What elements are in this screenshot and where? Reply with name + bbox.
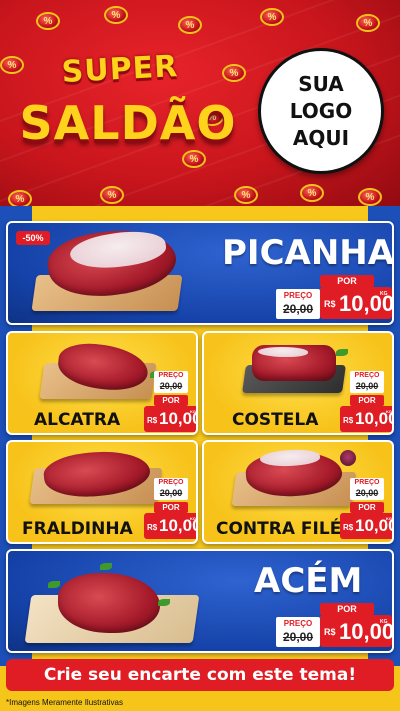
percent-coin-icon: %: [260, 8, 284, 26]
product-card-contra-file[interactable]: CONTRA FILÉ PREÇO 20,00 POR R$ 10,00 KG: [202, 440, 394, 544]
herb-leaf-icon: [158, 599, 170, 606]
percent-coin-icon: %: [358, 188, 382, 206]
old-price-box: PREÇO 20,00: [154, 371, 188, 393]
percent-coin-icon: %: [36, 12, 60, 30]
herb-leaf-icon: [100, 563, 112, 570]
logo-placeholder[interactable]: SUA LOGO AQUI: [258, 48, 384, 174]
unit-label: KG: [190, 409, 196, 414]
price-block-picanha: PREÇO 20,00 POR R$ 10,00 KG: [276, 275, 392, 321]
title-super: SUPER: [60, 48, 180, 91]
onion-image: [340, 450, 356, 466]
unit-label: KG: [386, 409, 392, 414]
new-price-box: R$ 10,00 KG: [320, 615, 392, 647]
product-name-acem: ACÉM: [254, 561, 363, 601]
currency-symbol: R$: [343, 523, 354, 532]
old-price: 20,00: [282, 630, 314, 644]
old-price: 20,00: [355, 488, 379, 498]
currency-symbol: R$: [147, 523, 158, 532]
percent-coin-icon: %: [178, 16, 202, 34]
old-price: 20,00: [159, 381, 183, 391]
old-price-box: PREÇO 20,00: [276, 617, 320, 647]
herb-leaf-icon: [48, 581, 60, 588]
old-price-box: PREÇO 20,00: [350, 478, 384, 500]
por-label: POR: [320, 603, 374, 615]
product-name-contra-file: CONTRA FILÉ: [216, 519, 342, 539]
percent-coin-icon: %: [300, 184, 324, 202]
por-label: POR: [350, 502, 384, 513]
cta-button[interactable]: Crie seu encarte com este tema!: [6, 659, 394, 691]
por-label: POR: [154, 502, 188, 513]
unit-label: KG: [380, 291, 388, 297]
preco-label: PREÇO: [158, 479, 184, 486]
product-card-costela[interactable]: COSTELA PREÇO 20,00 POR R$ 10,00 KG: [202, 331, 394, 435]
new-price-box: R$ 10,00 KG: [144, 513, 196, 539]
disclaimer-text: *Imagens Meramente Ilustrativas: [6, 698, 123, 707]
percent-coin-icon: %: [182, 150, 206, 168]
currency-symbol: R$: [324, 627, 336, 637]
product-card-alcatra[interactable]: ALCATRA PREÇO 20,00 POR R$ 10,00 KG: [6, 331, 198, 435]
old-price-box: PREÇO 20,00: [154, 478, 188, 500]
por-label: POR: [320, 275, 374, 287]
new-price-box: R$ 10,00 KG: [320, 287, 392, 319]
logo-text-line2: LOGO: [289, 98, 353, 123]
header-banner: % % % % % % % % % % % % % % SUPER SALDÃO…: [0, 0, 400, 212]
product-name-fraldinha: FRALDINHA: [22, 519, 133, 539]
old-price: 20,00: [159, 488, 183, 498]
preco-label: PREÇO: [283, 291, 313, 300]
product-card-fraldinha[interactable]: FRALDINHA PREÇO 20,00 POR R$ 10,00 KG: [6, 440, 198, 544]
currency-symbol: R$: [324, 299, 336, 309]
percent-coin-icon: %: [104, 6, 128, 24]
preco-label: PREÇO: [283, 619, 313, 628]
old-price: 20,00: [282, 302, 314, 316]
logo-text-line1: SUA: [298, 71, 344, 96]
unit-label: KG: [386, 516, 392, 521]
title-saldao: SALDÃO: [19, 96, 237, 150]
percent-coin-icon: %: [100, 186, 124, 204]
currency-symbol: R$: [147, 416, 158, 425]
price-block-alcatra: PREÇO 20,00 POR R$ 10,00 KG: [144, 371, 196, 433]
acem-meat-image: [58, 573, 160, 633]
logo-text-line3: AQUI: [292, 125, 350, 150]
old-price-box: PREÇO 20,00: [276, 289, 320, 319]
preco-label: PREÇO: [354, 372, 380, 379]
currency-symbol: R$: [343, 416, 354, 425]
new-price-box: R$ 10,00 KG: [340, 406, 392, 432]
new-price-box: R$ 10,00 KG: [144, 406, 196, 432]
discount-badge: -50%: [16, 231, 50, 245]
price-block-contra-file: PREÇO 20,00 POR R$ 10,00 KG: [340, 478, 392, 540]
product-name-costela: COSTELA: [232, 410, 319, 430]
product-name-picanha: PICANHA: [222, 233, 394, 273]
percent-coin-icon: %: [356, 14, 380, 32]
percent-coin-icon: %: [234, 186, 258, 204]
product-name-alcatra: ALCATRA: [34, 410, 121, 430]
por-label: POR: [350, 395, 384, 406]
percent-coin-icon: %: [0, 56, 24, 74]
product-card-picanha[interactable]: -50% PICANHA PREÇO 20,00 POR R$ 10,00 KG: [6, 221, 394, 325]
product-card-acem[interactable]: ACÉM PREÇO 20,00 POR R$ 10,00 KG: [6, 549, 394, 653]
preco-label: PREÇO: [354, 479, 380, 486]
price-block-acem: PREÇO 20,00 POR R$ 10,00 KG: [276, 603, 392, 649]
old-price: 20,00: [355, 381, 379, 391]
new-price-box: R$ 10,00 KG: [340, 513, 392, 539]
unit-label: KG: [380, 619, 388, 625]
price-block-fraldinha: PREÇO 20,00 POR R$ 10,00 KG: [144, 478, 196, 540]
old-price-box: PREÇO 20,00: [350, 371, 384, 393]
preco-label: PREÇO: [158, 372, 184, 379]
herb-leaf-icon: [336, 349, 348, 356]
unit-label: KG: [190, 516, 196, 521]
price-block-costela: PREÇO 20,00 POR R$ 10,00 KG: [340, 371, 392, 433]
percent-coin-icon: %: [222, 64, 246, 82]
por-label: POR: [154, 395, 188, 406]
